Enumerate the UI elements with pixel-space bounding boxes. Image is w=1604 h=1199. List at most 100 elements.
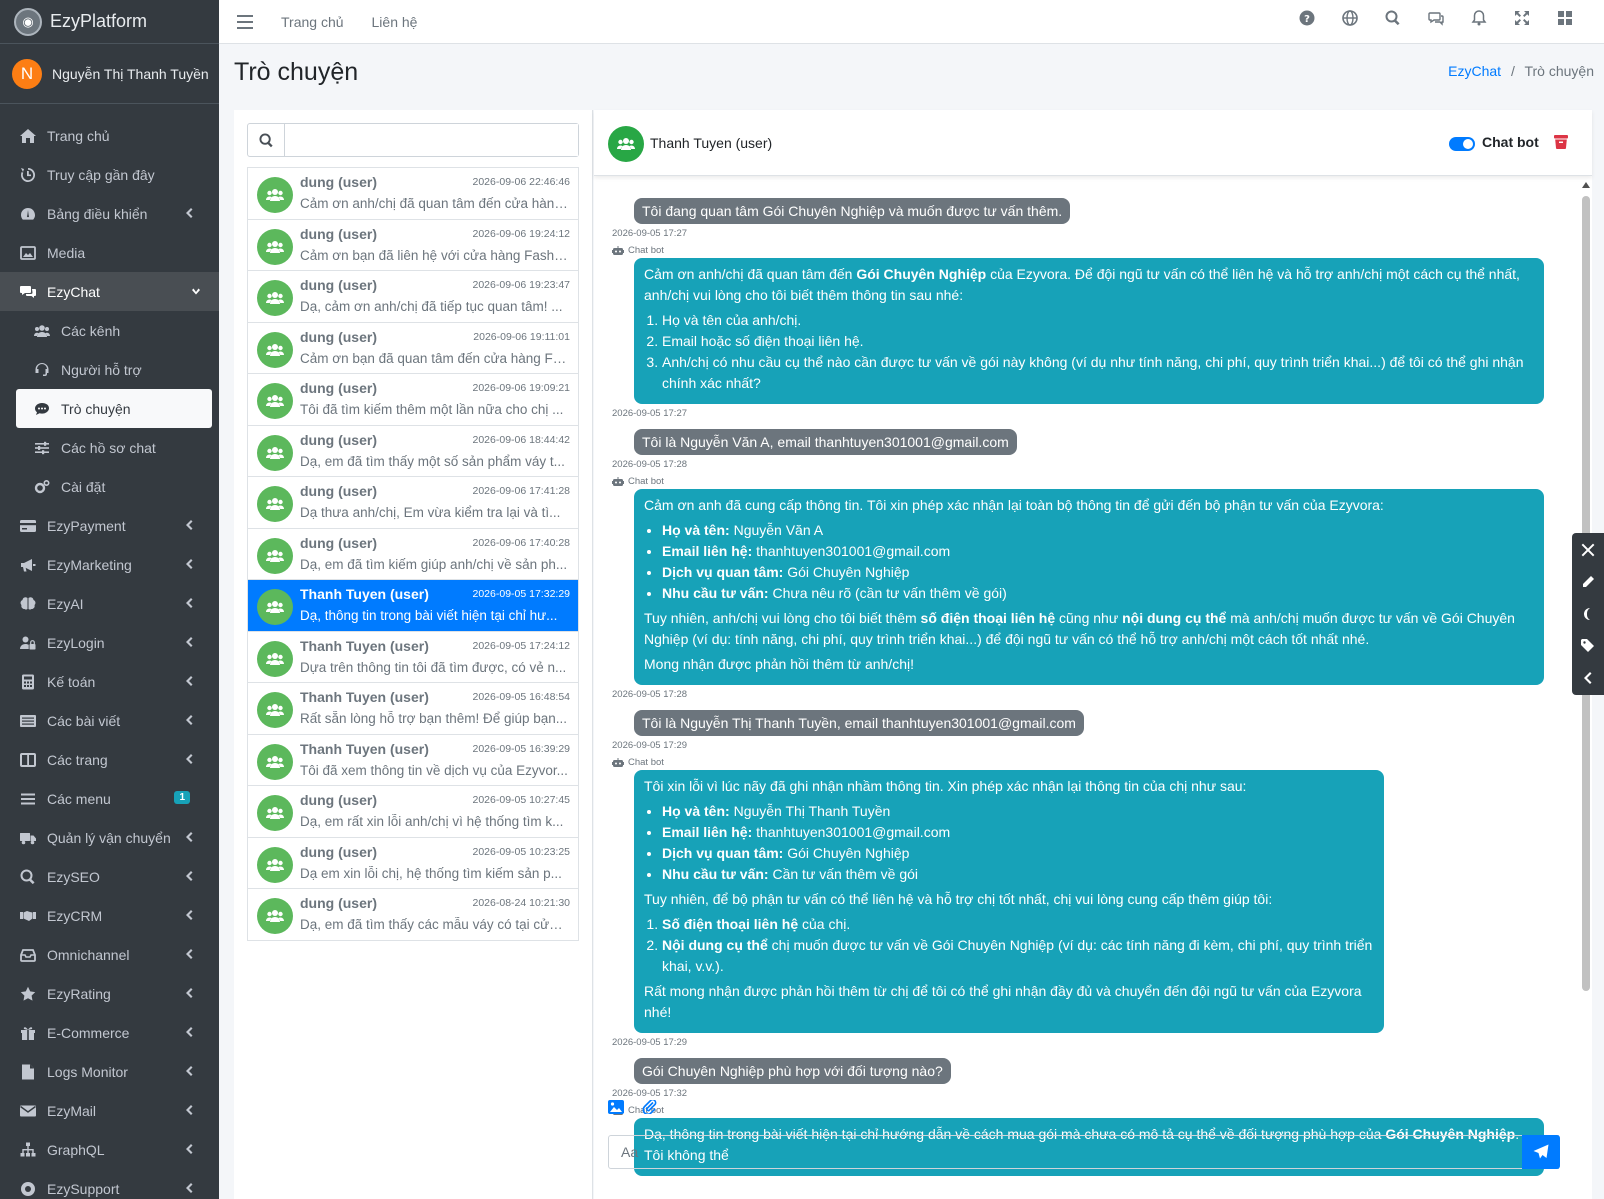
conversation-item[interactable]: dung (user) 2026-09-06 19:24:12 Cảm ơn bạn… <box>248 220 578 271</box>
pencil-icon[interactable] <box>1581 575 1595 589</box>
chatbot-toggle[interactable] <box>1449 137 1475 151</box>
sidebar-item-12[interactable]: EzyAI <box>0 584 212 623</box>
conversation-item[interactable]: Thanh Tuyen (user) 2026-09-05 17:24:12 Dựa… <box>248 632 578 683</box>
conversation-name: dung (user) <box>300 792 377 808</box>
sidebar-item-22[interactable]: EzyRating <box>0 974 212 1013</box>
expand-icon[interactable] <box>1500 10 1543 26</box>
chevron-left-icon <box>186 988 193 998</box>
sidebar-item-17[interactable]: Các menu 1 <box>0 779 212 818</box>
sidebar-item-16[interactable]: Các trang <box>0 740 212 779</box>
sidebar-item-label: Media <box>47 244 86 261</box>
sidebar-item-23[interactable]: E-Commerce <box>0 1013 212 1052</box>
conversation-item[interactable]: dung (user) 2026-09-06 22:46:46 Cảm ơn anh… <box>248 168 578 220</box>
globe-icon[interactable] <box>1328 10 1371 26</box>
breadcrumb-ezychat[interactable]: EzyChat <box>1448 63 1501 79</box>
chevron-left-icon <box>186 754 193 764</box>
sidebar-item-5[interactable]: Các kênh <box>0 311 212 350</box>
sidebar-item-label: EzyPayment <box>47 517 126 534</box>
sidebar-item-24[interactable]: Logs Monitor <box>0 1052 212 1091</box>
user-panel[interactable]: N Nguyễn Thị Thanh Tuyền <box>0 44 219 104</box>
brand[interactable]: ◉ EzyPlatform <box>0 0 219 44</box>
sidebar-item-27[interactable]: EzySupport <box>0 1169 212 1199</box>
message-input[interactable]: Aa <box>608 1135 1559 1169</box>
conversation-time: 2026-09-05 17:32:29 <box>472 588 571 600</box>
users-icon <box>266 910 284 922</box>
search-input[interactable] <box>285 124 578 156</box>
search-button[interactable] <box>248 124 285 156</box>
trash-icon <box>1554 135 1568 149</box>
conversation-name: dung (user) <box>300 225 377 242</box>
close-icon[interactable] <box>1581 543 1595 557</box>
users-icon <box>266 343 284 356</box>
sidebar-item-1[interactable]: Truy cập gần đây <box>0 155 212 194</box>
sidebar-item-2[interactable]: Bảng điều khiển <box>0 194 212 233</box>
sidebar-item-26[interactable]: GraphQL <box>0 1130 212 1169</box>
card-icon <box>18 518 38 534</box>
sidebar-item-15[interactable]: Các bài viết <box>0 701 212 740</box>
sidebar-item-4[interactable]: EzyChat <box>0 272 219 311</box>
conversation-item[interactable]: Thanh Tuyen (user) 2026-09-05 17:32:29 Dạ,… <box>248 580 578 632</box>
conversation-item[interactable]: dung (user) 2026-09-05 10:23:25 Dạ em xin … <box>248 838 578 889</box>
sidebar-item-label: Cài đặt <box>61 478 106 495</box>
conversation-item[interactable]: dung (user) 2026-09-06 18:44:42 Dạ, em đã … <box>248 426 578 477</box>
attach-button[interactable] <box>642 1098 676 1117</box>
sidebar-item-7[interactable]: Trò chuyện <box>16 389 212 428</box>
sidebar-item-0[interactable]: Trang chủ <box>0 116 212 155</box>
conversation-item[interactable]: Thanh Tuyen (user) 2026-09-05 16:39:29 Tôi… <box>248 735 578 786</box>
sidebar-item-10[interactable]: EzyPayment <box>0 506 212 545</box>
conversation-item[interactable]: dung (user) 2026-09-06 19:11:01 Cảm ơn bạn… <box>248 323 578 374</box>
sidebar-item-11[interactable]: EzyMarketing <box>0 545 212 584</box>
sidebar-item-19[interactable]: EzySEO <box>0 857 212 896</box>
conversation-item[interactable]: dung (user) 2026-08-24 10:21:30 Dạ, em đã … <box>248 889 578 941</box>
chat-icon[interactable] <box>1414 10 1457 26</box>
sidebar-item-label: Các kênh <box>61 322 121 339</box>
sidebar-item-3[interactable]: Media <box>0 233 212 272</box>
bars-icon <box>18 791 38 807</box>
sidebar-item-14[interactable]: Kế toán <box>0 662 212 701</box>
breadcrumb-separator: / <box>1510 63 1515 79</box>
conversation-avatar <box>257 434 293 471</box>
sidebar-item-label: Bảng điều khiển <box>47 205 148 222</box>
conversation-name: Thanh Tuyen (user) <box>300 637 429 654</box>
sidebar-item-13[interactable]: EzyLogin <box>0 623 212 662</box>
scroll-up-arrow[interactable] <box>1582 182 1590 188</box>
paperclip-icon <box>642 1098 657 1116</box>
sidebar-item-18[interactable]: Quản lý vận chuyển <box>0 818 212 857</box>
tag-icon[interactable] <box>1581 639 1595 653</box>
moon-icon[interactable] <box>1581 607 1595 621</box>
apps-icon[interactable] <box>1543 10 1586 26</box>
sidebar-item-6[interactable]: Người hỗ trợ <box>0 350 212 389</box>
conversation-item[interactable]: dung (user) 2026-09-06 19:09:21 Tôi đã tìm… <box>248 374 578 426</box>
sidebar-item-20[interactable]: EzyCRM <box>0 896 212 935</box>
nav-link-home[interactable]: Trang chủ <box>281 14 344 30</box>
conversation-item[interactable]: dung (user) 2026-09-06 17:40:28 Dạ, em đã … <box>248 529 578 580</box>
help-icon[interactable]: ? <box>1285 10 1328 26</box>
sidebar-item-8[interactable]: Các hồ sơ chat <box>0 428 212 467</box>
sidebar-item-9[interactable]: Cài đặt <box>0 467 212 506</box>
message-area[interactable]: Tôi đang quan tâm Gói Chuyên Nghiệp và m… <box>594 176 1592 1199</box>
conversation-item[interactable]: dung (user) 2026-09-05 10:27:45 Dạ, em rất… <box>248 786 578 838</box>
conversation-time: 2026-09-05 10:27:45 <box>472 794 571 806</box>
conversation-time: 2026-09-06 19:11:01 <box>473 330 570 343</box>
bot-message: Cảm ơn anh/chị đã quan tâm đến Gói Chuyê… <box>634 258 1544 404</box>
users-icon <box>266 446 284 459</box>
send-button[interactable] <box>1522 1135 1560 1169</box>
chevron-left-icon[interactable] <box>1581 671 1595 685</box>
conversation-item[interactable]: dung (user) 2026-09-06 17:41:28 Dạ thưa an… <box>248 477 578 529</box>
image-upload-button[interactable] <box>608 1100 642 1117</box>
delete-button[interactable] <box>1554 134 1568 149</box>
conversation-item[interactable]: Thanh Tuyen (user) 2026-09-05 16:48:54 Rất… <box>248 683 578 735</box>
nav-link-contact[interactable]: Liên hệ <box>372 14 418 30</box>
sidebar-item-25[interactable]: EzyMail <box>0 1091 212 1130</box>
history-icon <box>18 167 38 183</box>
menu-toggle-icon[interactable] <box>237 14 253 29</box>
robot-icon <box>612 245 624 255</box>
gift-icon <box>18 1025 38 1041</box>
users-icon <box>266 395 284 407</box>
conversation-item[interactable]: dung (user) 2026-09-06 19:23:47 Dạ, cảm ơn… <box>248 271 578 323</box>
conversation-name: dung (user) <box>300 277 377 293</box>
bell-icon[interactable] <box>1457 10 1500 26</box>
search-icon[interactable] <box>1371 10 1414 26</box>
sidebar-item-21[interactable]: Omnichannel <box>0 935 212 974</box>
conversation-name: dung (user) <box>300 174 377 190</box>
